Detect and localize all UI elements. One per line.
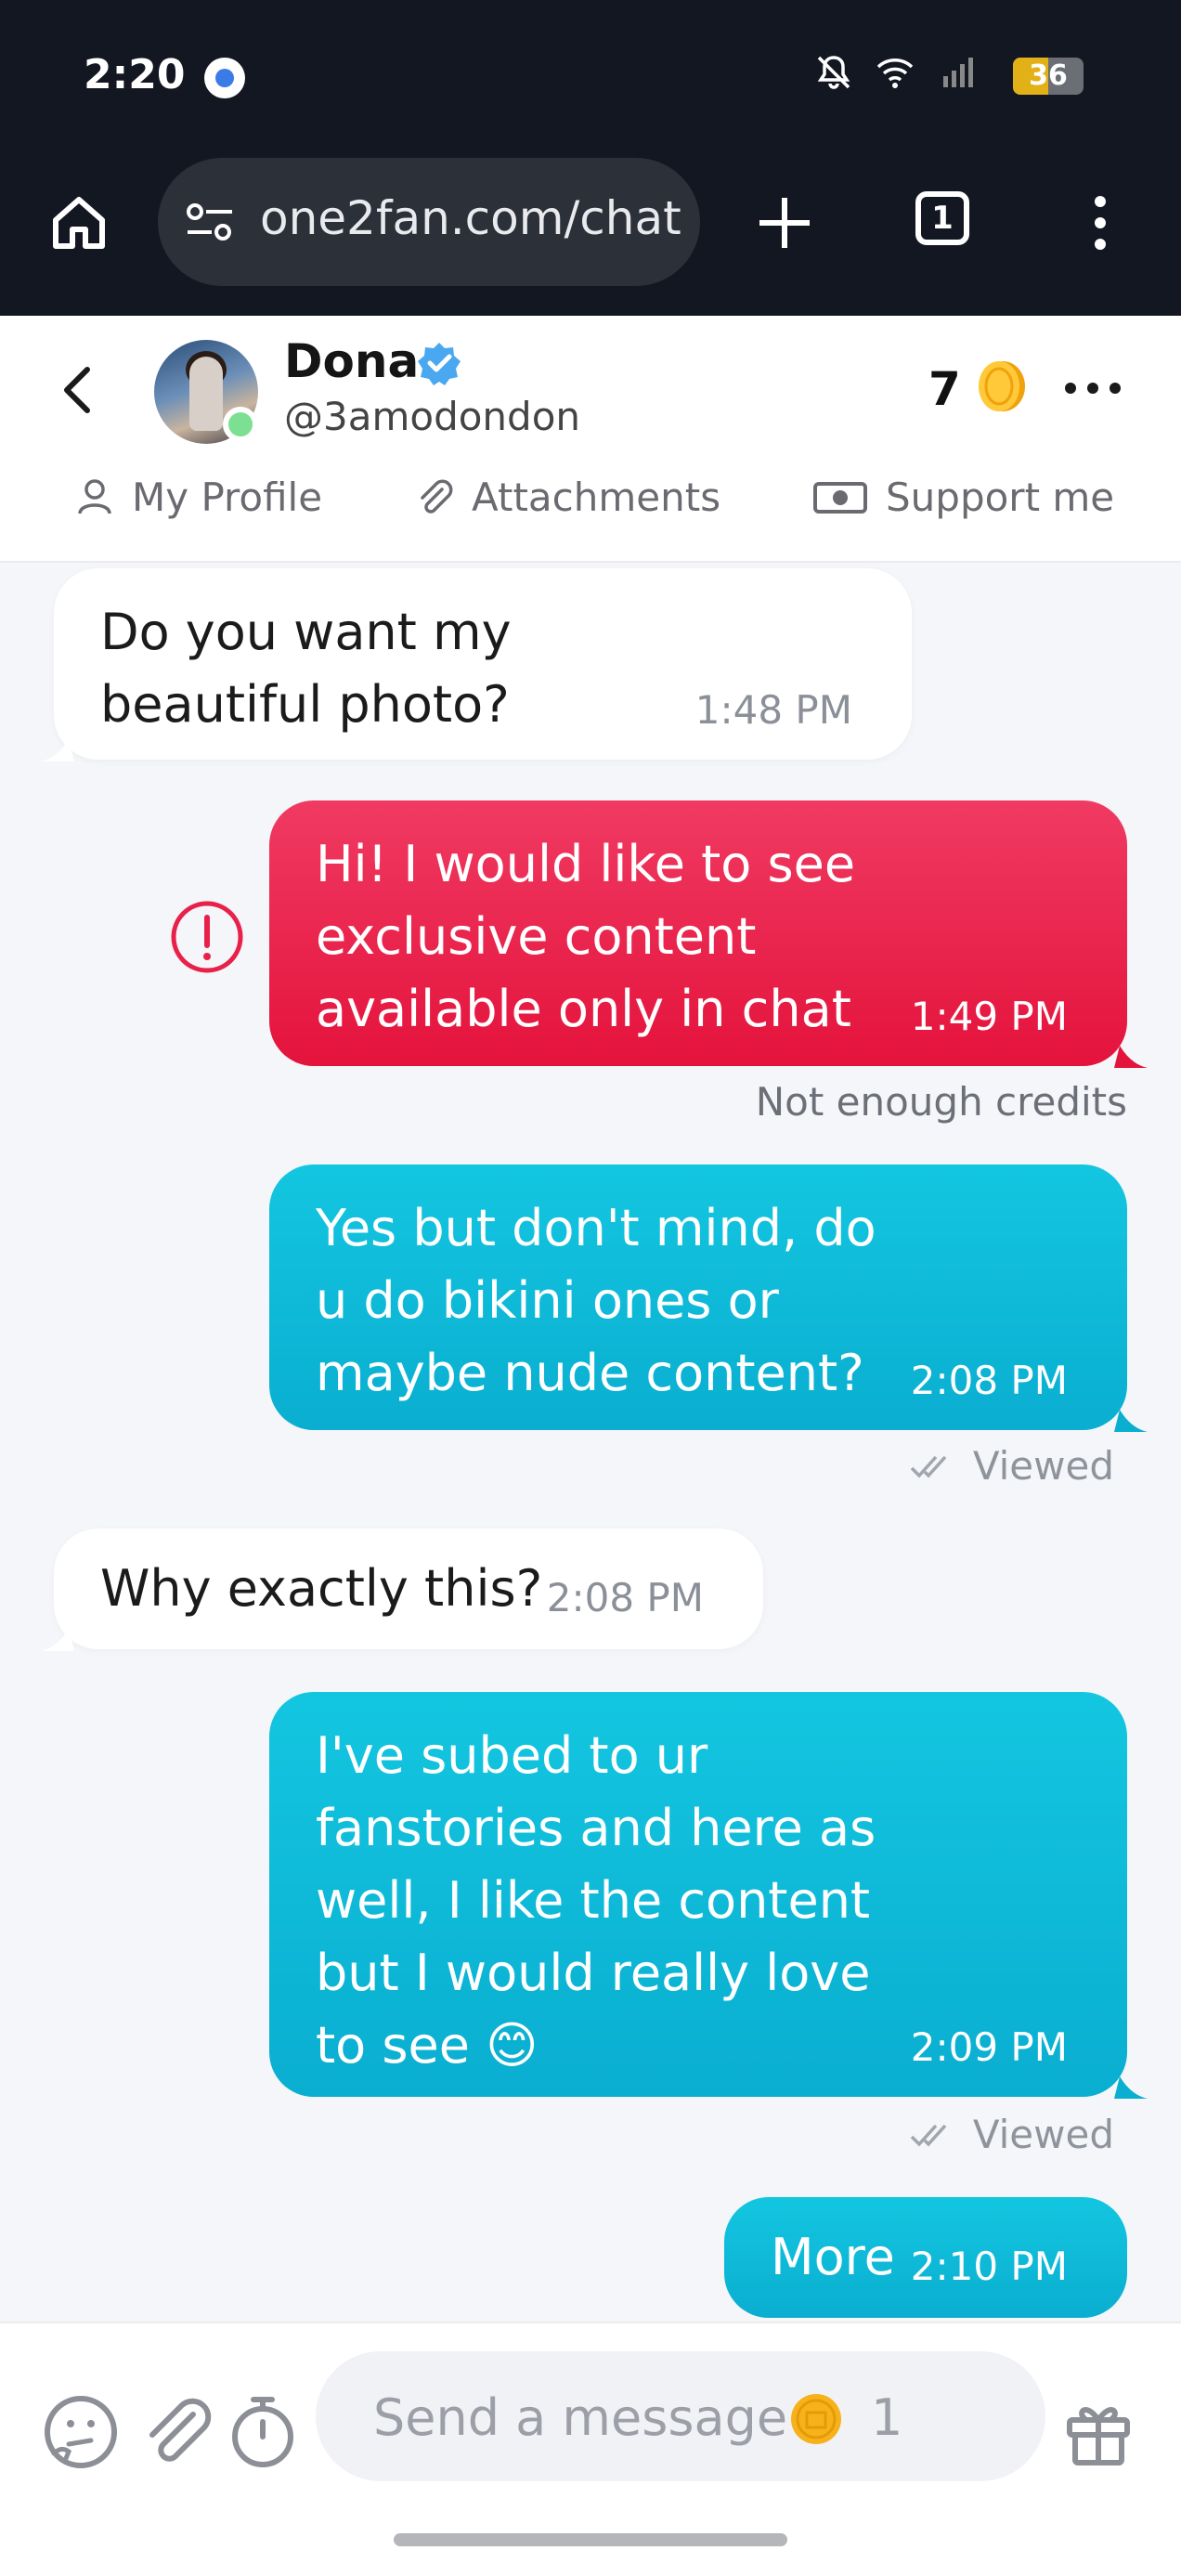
read-receipt-label: Viewed [972, 2112, 1114, 2157]
money-icon [813, 482, 867, 514]
message-time: 2:10 PM [910, 2244, 1068, 2289]
new-tab-icon[interactable] [752, 190, 817, 255]
verified-badge-icon [418, 343, 461, 385]
tab-switcher-button[interactable]: 1 [915, 191, 969, 245]
coin-icon[interactable] [973, 358, 1029, 414]
tab-support-me[interactable]: Support me [811, 464, 1114, 529]
message-outgoing-failed[interactable]: Hi! I would like to see exclusive conten… [269, 800, 1127, 1066]
coin-icon [791, 2394, 841, 2444]
home-icon[interactable] [46, 190, 111, 255]
message-text-line: exclusive content [316, 907, 757, 966]
read-receipt: Viewed [910, 1443, 1114, 1489]
address-bar[interactable]: one2fan.com/chat [158, 158, 700, 286]
browser-menu-icon[interactable] [1086, 190, 1114, 255]
message-input[interactable]: Send a message 1 [316, 2351, 1045, 2481]
double-check-icon [910, 2124, 947, 2147]
message-text-line: Hi! I would like to see [316, 835, 856, 893]
message-text-line: Yes but don't mind, do [316, 1199, 876, 1257]
contact-name[interactable]: Dona [284, 334, 419, 388]
bubble-tail [1114, 2076, 1148, 2099]
status-icons [813, 52, 977, 93]
message-text-line: I've subed to ur [316, 1726, 708, 1785]
message-text-line: Do you want my [100, 603, 512, 661]
wifi-icon [876, 59, 914, 88]
gift-icon[interactable] [1058, 2392, 1138, 2472]
contact-handle: @3amodondon [284, 394, 581, 439]
bubble-tail [41, 739, 74, 761]
message-time: 1:49 PM [910, 994, 1068, 1039]
read-receipt: Viewed [910, 2112, 1114, 2157]
double-check-icon [910, 1455, 947, 1478]
home-indicator[interactable] [394, 2533, 787, 2546]
system-status-bar: 2:20 36 one2fan.com/chat 1 [0, 0, 1181, 316]
bubble-tail [41, 1629, 74, 1651]
bubble-tail [1114, 1046, 1148, 1068]
paperclip-icon [421, 479, 453, 514]
message-input-placeholder: Send a message [373, 2388, 788, 2447]
user-icon [78, 479, 111, 514]
tab-label: My Profile [132, 474, 323, 520]
bubble-tail [1114, 1410, 1148, 1432]
battery-level: 36 [1029, 59, 1068, 92]
read-receipt-label: Viewed [972, 1443, 1114, 1489]
message-time: 2:08 PM [910, 1358, 1068, 1403]
message-time: 2:09 PM [910, 2024, 1068, 2070]
back-arrow-icon[interactable] [56, 362, 102, 418]
status-time: 2:20 [84, 51, 186, 98]
signal-icon [943, 58, 973, 87]
chrome-notification-icon [204, 58, 245, 98]
delivery-error-note: Not enough credits [755, 1079, 1127, 1125]
message-incoming[interactable]: Why exactly this? 2:08 PM [54, 1529, 763, 1649]
url-text: one2fan.com/chat [260, 191, 681, 245]
message-text-line: u do bikini ones or [316, 1271, 779, 1330]
message-outgoing[interactable]: Yes but don't mind, do u do bikini ones … [269, 1164, 1127, 1430]
message-text-line: well, I like the content [316, 1871, 871, 1930]
site-settings-icon[interactable] [184, 199, 236, 245]
message-text-line: but I would really love [316, 1944, 871, 2002]
chat-header: Dona @3amodondon 7 My Profile Attachment… [0, 316, 1181, 563]
message-time: 1:48 PM [694, 687, 852, 733]
tab-label: Attachments [472, 474, 721, 520]
tab-label: Support me [886, 474, 1115, 520]
credits-count[interactable]: 7 [928, 362, 961, 416]
tab-my-profile[interactable]: My Profile [74, 464, 322, 529]
message-text-line: fanstories and here as [316, 1799, 876, 1857]
message-cost: 1 [871, 2388, 903, 2447]
battery-indicator: 36 [1013, 58, 1084, 95]
timer-icon[interactable] [223, 2392, 303, 2472]
more-options-icon[interactable] [1063, 377, 1123, 399]
attach-icon[interactable] [139, 2392, 219, 2472]
message-outgoing[interactable]: I've subed to ur fanstories and here as … [269, 1692, 1127, 2097]
error-icon[interactable] [169, 899, 245, 975]
message-outgoing[interactable]: More 2:10 PM [724, 2197, 1127, 2318]
message-time: 2:08 PM [546, 1575, 704, 1620]
mute-icon [817, 56, 850, 89]
tab-attachments[interactable]: Attachments [414, 464, 720, 529]
online-status-dot [223, 407, 258, 442]
message-incoming[interactable]: Do you want my beautiful photo? 1:48 PM [54, 568, 912, 760]
thinking-emoji-icon[interactable] [41, 2392, 121, 2472]
